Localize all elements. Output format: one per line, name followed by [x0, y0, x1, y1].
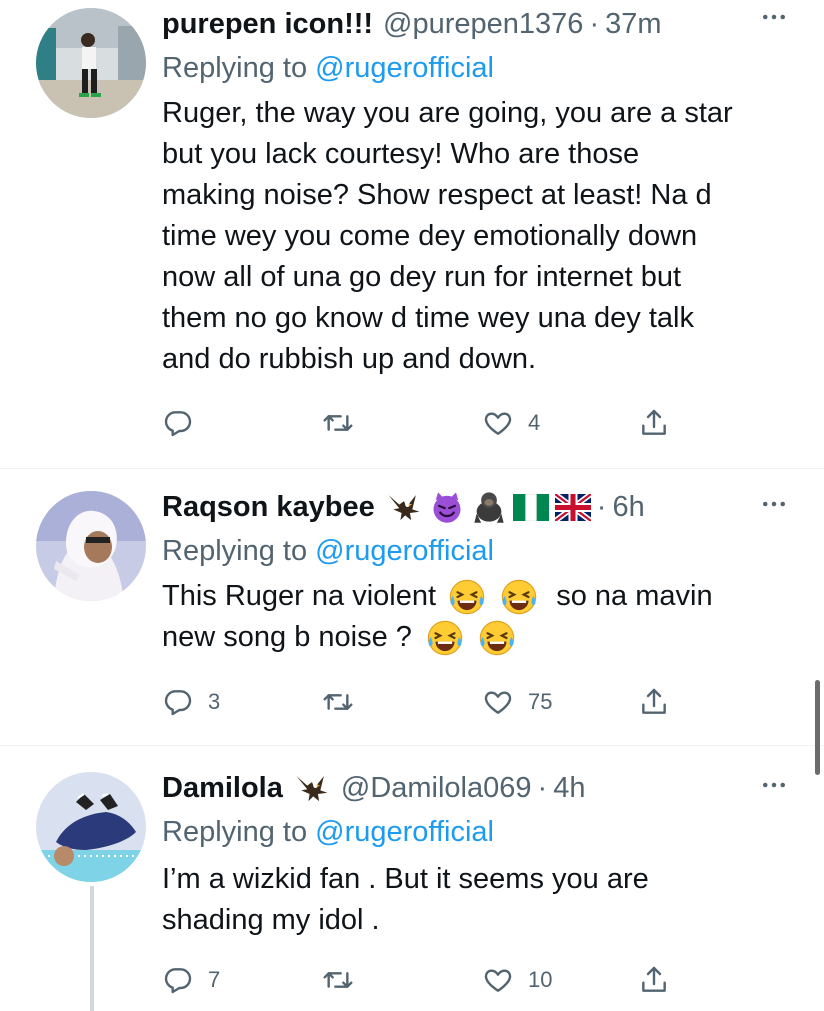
tweet-text-line: them no go know d time wey una dey talk [162, 302, 694, 334]
avatar[interactable] [36, 8, 146, 118]
tweet-card[interactable]: Damilola @Damilola069 · 4h Replying to @… [0, 746, 824, 1011]
replying-to: Replying to @rugerofficial [162, 52, 784, 85]
retweet-icon [322, 964, 354, 996]
retweet-icon [322, 686, 354, 718]
eagle-emoji [385, 488, 423, 526]
tweet-text-line: I’m a wizkid fan . But it seems you are [162, 863, 649, 895]
mention-link[interactable]: @rugerofficial [315, 535, 494, 567]
replying-to-label: Replying to [162, 52, 308, 84]
tweet-header: Raqson kaybee · 6h [162, 487, 784, 527]
retweet-icon [322, 407, 354, 439]
retweet-button[interactable] [322, 960, 354, 1000]
laughing-crying-emoji [426, 619, 464, 657]
tweet-text-line: This Ruger na violent so na mavin [162, 576, 784, 617]
tweet-text-line: now all of una go dey run for internet b… [162, 261, 682, 293]
share-button[interactable] [638, 682, 670, 722]
tweet-text-segment: This Ruger na violent [162, 580, 437, 612]
tweet-header: Damilola @Damilola069 · 4h [162, 768, 784, 808]
tweet-text: Ruger, the way you are going, you are a … [162, 93, 784, 380]
mention-link[interactable]: @rugerofficial [315, 816, 494, 848]
timestamp[interactable]: 6h [612, 491, 644, 524]
more-icon[interactable] [754, 2, 794, 32]
devil-emoji [429, 489, 465, 525]
reply-icon [162, 964, 194, 996]
laughing-crying-emoji [500, 578, 538, 616]
separator-dot: · [537, 771, 548, 804]
laughing-crying-emoji [448, 578, 486, 616]
user-handle[interactable]: @purepen1376 [383, 8, 583, 41]
scrollbar[interactable] [815, 680, 820, 775]
like-count: 75 [528, 689, 553, 714]
reply-button[interactable] [162, 403, 208, 443]
timestamp[interactable]: 37m [605, 8, 661, 41]
timestamp[interactable]: 4h [553, 772, 585, 805]
like-icon [482, 407, 514, 439]
eagle-emoji [293, 769, 331, 807]
like-button[interactable]: 4 [482, 403, 540, 443]
reply-icon [162, 686, 194, 718]
like-button[interactable]: 75 [482, 682, 552, 722]
tweet-text-line: new song b noise ? [162, 617, 784, 658]
tweet-card[interactable]: Raqson kaybee · 6h Replying to @rugeroff… [0, 469, 824, 745]
like-button[interactable]: 10 [482, 960, 552, 1000]
separator-dot: · [589, 7, 600, 40]
tweet-actions: 4 [162, 403, 682, 443]
tweet-text-line: and do rubbish up and down. [162, 343, 537, 375]
tweet-card[interactable]: purepen icon!!! @purepen1376 · 37m Reply… [0, 0, 824, 468]
tweet-text-segment: new song b noise ? [162, 621, 412, 653]
tweet-actions: 7 10 [162, 960, 682, 1000]
replying-to: Replying to @rugerofficial [162, 535, 784, 568]
retweet-button[interactable] [322, 403, 354, 443]
uk-flag-emoji [555, 494, 591, 521]
tweet-text: I’m a wizkid fan . But it seems you are … [162, 859, 784, 941]
tweet-text: This Ruger na violent so na mavin new so… [162, 576, 784, 658]
mention-link[interactable]: @rugerofficial [315, 52, 494, 84]
laughing-crying-emoji [478, 619, 516, 657]
like-count: 10 [528, 967, 553, 992]
retweet-button[interactable] [322, 682, 354, 722]
user-handle[interactable]: @Damilola069 [341, 772, 532, 805]
avatar[interactable] [36, 772, 146, 882]
replying-to-label: Replying to [162, 816, 308, 848]
replying-to-label: Replying to [162, 535, 308, 567]
reply-button[interactable]: 3 [162, 682, 220, 722]
share-icon [638, 407, 670, 439]
like-icon [482, 686, 514, 718]
display-name[interactable]: Damilola [162, 772, 283, 805]
reply-icon [162, 407, 194, 439]
tweet-text-line: shading my idol . [162, 904, 380, 936]
tweet-text-segment: so na mavin [556, 580, 713, 612]
tweet-actions: 3 75 [162, 682, 682, 722]
avatar[interactable] [36, 491, 146, 601]
tweet-text-line: making noise? Show respect at least! Na … [162, 179, 712, 211]
share-button[interactable] [638, 960, 670, 1000]
share-button[interactable] [638, 403, 670, 443]
tweet-text-line: but you lack courtesy! Who are those [162, 138, 640, 170]
display-name[interactable]: Raqson kaybee [162, 491, 375, 524]
like-icon [482, 964, 514, 996]
share-icon [638, 964, 670, 996]
gorilla-emoji [471, 489, 507, 525]
tweet-header: purepen icon!!! @purepen1376 · 37m [162, 4, 784, 44]
nigeria-flag-emoji [513, 494, 549, 521]
display-name[interactable]: purepen icon!!! [162, 8, 373, 41]
more-icon[interactable] [754, 770, 794, 800]
reply-button[interactable]: 7 [162, 960, 220, 1000]
separator-dot: · [596, 490, 607, 523]
replying-to: Replying to @rugerofficial [162, 816, 784, 849]
reply-count: 3 [208, 689, 221, 714]
tweet-text-line: Ruger, the way you are going, you are a … [162, 97, 733, 129]
reply-count: 7 [208, 967, 221, 992]
share-icon [638, 686, 670, 718]
like-count: 4 [528, 410, 541, 435]
thread-line [90, 886, 94, 1011]
more-icon[interactable] [754, 489, 794, 519]
tweet-text-line: time wey you come dey emotionally down [162, 220, 698, 252]
